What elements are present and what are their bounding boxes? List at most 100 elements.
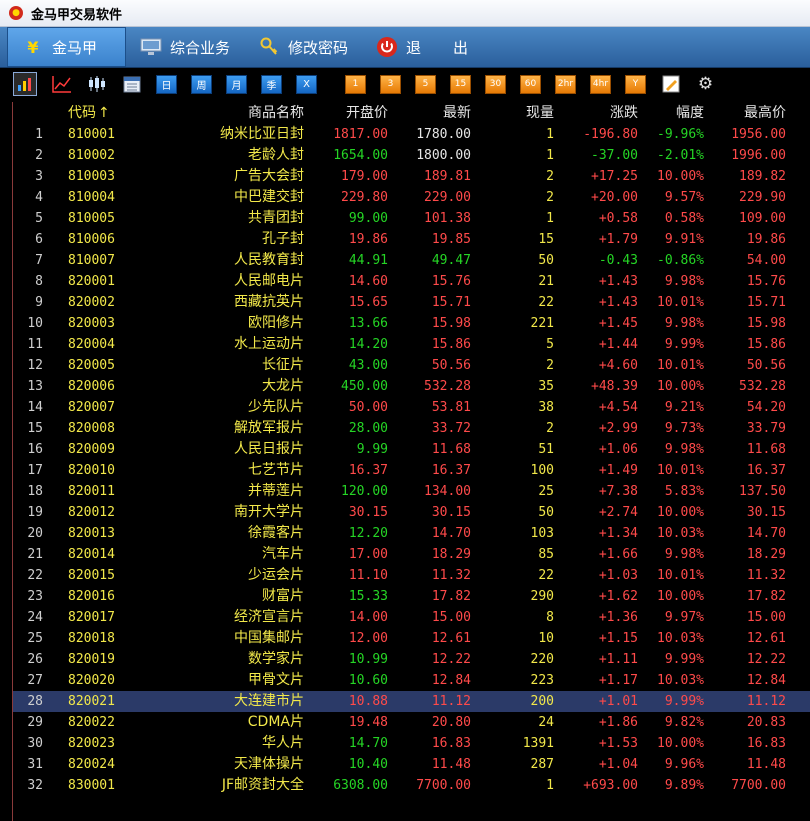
- cell-idx: 25: [27, 631, 43, 646]
- cell-pct: 9.57%: [664, 190, 704, 205]
- cell-last: 50.56: [431, 358, 471, 373]
- table-row[interactable]: 2 810002 老龄人封 1654.00 1800.00 1 -37.00 -2.01% 19…: [13, 145, 810, 166]
- table-row[interactable]: 9 820002 西藏抗英片 15.65 15.71 22 +1.43 10.01% 15.71: [13, 292, 810, 313]
- period-week-button[interactable]: 周: [191, 74, 212, 94]
- cell-code: 820024: [68, 757, 115, 772]
- cell-code: 820007: [68, 400, 115, 415]
- minute-1-button[interactable]: 1: [345, 74, 366, 94]
- hour-2-button[interactable]: 2hr: [555, 74, 576, 94]
- table-row[interactable]: 31 820024 天津体操片 10.40 11.48 287 +1.04 9.96% 11.4…: [13, 754, 810, 775]
- table-row[interactable]: 24 820017 经济宣言片 14.00 15.00 8 +1.36 9.97% 15.00: [13, 607, 810, 628]
- table-row[interactable]: 8 820001 人民邮电片 14.60 15.76 21 +1.43 9.98% 15.76: [13, 271, 810, 292]
- edit-icon[interactable]: [660, 75, 681, 94]
- cell-name: 大连建市片: [234, 693, 304, 709]
- line-chart-icon[interactable]: [51, 75, 72, 94]
- cell-pct: 10.01%: [657, 568, 704, 583]
- period-day-button[interactable]: 日: [156, 74, 177, 94]
- cell-high: 12.61: [746, 631, 786, 646]
- col-open-header[interactable]: 开盘价: [308, 103, 388, 124]
- table-row[interactable]: 23 820016 财富片 15.33 17.82 290 +1.62 10.00% 17.82: [13, 586, 810, 607]
- cell-code: 820011: [68, 484, 115, 499]
- cell-high: 30.15: [746, 505, 786, 520]
- year-button[interactable]: Y: [625, 74, 646, 94]
- menu-label: 退: [406, 38, 422, 57]
- table-row[interactable]: 20 820013 徐霞客片 12.20 14.70 103 +1.34 10.03% 14.7…: [13, 523, 810, 544]
- table-row[interactable]: 32 830001 JF邮资封大全 6308.00 7700.00 1 +693.00 9.8…: [13, 775, 810, 796]
- cell-chg: +1.86: [598, 715, 638, 730]
- cell-vol: 50: [538, 505, 554, 520]
- cell-chg: +1.11: [598, 652, 638, 667]
- table-row[interactable]: 1 810001 纳米比亚日封 1817.00 1780.00 1 -196.80 -9.96…: [13, 124, 810, 145]
- cell-pct: 9.99%: [664, 694, 704, 709]
- table-row[interactable]: 15 820008 解放军报片 28.00 33.72 2 +2.99 9.73% 33.79: [13, 418, 810, 439]
- minute-3-button[interactable]: 3: [380, 74, 401, 94]
- table-row[interactable]: 17 820010 七艺节片 16.37 16.37 100 +1.49 10.01% 16.3…: [13, 460, 810, 481]
- table-row[interactable]: 3 810003 广告大会封 179.00 189.81 2 +17.25 10.00% 189…: [13, 166, 810, 187]
- cell-last: 532.28: [424, 379, 471, 394]
- col-volume-header[interactable]: 现量: [473, 103, 554, 124]
- col-name-header[interactable]: 商品名称: [163, 103, 304, 124]
- cell-vol: 1: [546, 211, 554, 226]
- cell-pct: 9.98%: [664, 547, 704, 562]
- table-row[interactable]: 26 820019 数学家片 10.99 12.22 220 +1.11 9.99% 12.22: [13, 649, 810, 670]
- table-row[interactable]: 18 820011 并蒂莲片 120.00 134.00 25 +7.38 5.83% 137.…: [13, 481, 810, 502]
- table-row[interactable]: 21 820014 汽车片 17.00 18.29 85 +1.66 9.98% 18.29: [13, 544, 810, 565]
- cell-idx: 21: [27, 547, 43, 562]
- cell-last: 1800.00: [416, 148, 471, 163]
- cell-last: 15.71: [431, 295, 471, 310]
- cell-code: 820021: [68, 694, 115, 709]
- cell-name: 华人片: [262, 735, 304, 751]
- hour-4-button[interactable]: 4hr: [590, 74, 611, 94]
- period-x-button[interactable]: X: [296, 74, 317, 94]
- period-quarter-button[interactable]: 季: [261, 74, 282, 94]
- menu-change-password[interactable]: 修改密码: [244, 27, 362, 67]
- minute-5-button[interactable]: 5: [415, 74, 436, 94]
- cell-name: 南开大学片: [234, 504, 304, 520]
- candlestick-icon[interactable]: [86, 75, 107, 94]
- table-row[interactable]: 28 820021 大连建市片 10.88 11.12 200 +1.01 9.99% 11.1…: [13, 691, 810, 712]
- cell-code: 810006: [68, 232, 115, 247]
- table-row[interactable]: 10 820003 欧阳修片 13.66 15.98 221 +1.45 9.98% 15.98: [13, 313, 810, 334]
- table-row[interactable]: 19 820012 南开大学片 30.15 30.15 50 +2.74 10.00% 30.1…: [13, 502, 810, 523]
- cell-chg: +48.39: [591, 379, 638, 394]
- minute-30-button[interactable]: 30: [485, 74, 506, 94]
- minute-15-button[interactable]: 15: [450, 74, 471, 94]
- table-row[interactable]: 30 820023 华人片 14.70 16.83 1391 +1.53 10.00% 16.8…: [13, 733, 810, 754]
- table-row[interactable]: 5 810005 共青团封 99.00 101.38 1 +0.58 0.58% 109.00: [13, 208, 810, 229]
- cell-last: 33.72: [431, 421, 471, 436]
- cell-idx: 15: [27, 421, 43, 436]
- table-row[interactable]: 6 810006 孔子封 19.86 19.85 15 +1.79 9.91% 19.86: [13, 229, 810, 250]
- menu-exit[interactable]: 退 出: [362, 27, 482, 67]
- table-row[interactable]: 14 820007 少先队片 50.00 53.81 38 +4.54 9.21% 54.20: [13, 397, 810, 418]
- col-high-header[interactable]: 最高价: [708, 103, 786, 124]
- table-row[interactable]: 7 810007 人民教育封 44.91 49.47 50 -0.43 -0.86% 54.00: [13, 250, 810, 271]
- cell-idx: 2: [35, 148, 43, 163]
- menu-jinmajia[interactable]: ¥ 金马甲: [7, 27, 126, 67]
- cell-open: 12.00: [348, 631, 388, 646]
- cell-idx: 7: [35, 253, 43, 268]
- cell-vol: 50: [538, 253, 554, 268]
- table-row[interactable]: 25 820018 中国集邮片 12.00 12.61 10 +1.15 10.03% 12.6…: [13, 628, 810, 649]
- calendar-icon[interactable]: [121, 75, 142, 94]
- table-row[interactable]: 22 820015 少运会片 11.10 11.32 22 +1.03 10.01% 11.32: [13, 565, 810, 586]
- cell-name: 解放军报片: [234, 420, 304, 436]
- cell-chg: +1.45: [598, 316, 638, 331]
- minute-60-button[interactable]: 60: [520, 74, 541, 94]
- table-row[interactable]: 12 820005 长征片 43.00 50.56 2 +4.60 10.01% 50.56: [13, 355, 810, 376]
- table-row[interactable]: 27 820020 甲骨文片 10.60 12.84 223 +1.17 10.03% 12.8…: [13, 670, 810, 691]
- col-code-header[interactable]: 代码 ↑: [68, 103, 158, 124]
- cell-open: 1817.00: [333, 127, 388, 142]
- col-percent-header[interactable]: 幅度: [641, 103, 704, 124]
- table-row[interactable]: 11 820004 水上运动片 14.20 15.86 5 +1.44 9.99% 15.86: [13, 334, 810, 355]
- table-row[interactable]: 29 820022 CDMA片 19.48 20.80 24 +1.86 9.82% 20.83: [13, 712, 810, 733]
- bar-chart-icon[interactable]: [13, 72, 37, 96]
- period-month-button[interactable]: 月: [226, 74, 247, 94]
- gear-icon[interactable]: ⚙: [695, 74, 716, 94]
- table-row[interactable]: 4 810004 中巴建交封 229.80 229.00 2 +20.00 9.57% 229.…: [13, 187, 810, 208]
- col-last-header[interactable]: 最新: [391, 103, 471, 124]
- table-row[interactable]: 13 820006 大龙片 450.00 532.28 35 +48.39 10.00% 532…: [13, 376, 810, 397]
- col-change-header[interactable]: 涨跌: [558, 103, 638, 124]
- menu-general-business[interactable]: 综合业务: [126, 27, 244, 67]
- cell-chg: +1.15: [598, 631, 638, 646]
- table-row[interactable]: 16 820009 人民日报片 9.99 11.68 51 +1.06 9.98% 11.68: [13, 439, 810, 460]
